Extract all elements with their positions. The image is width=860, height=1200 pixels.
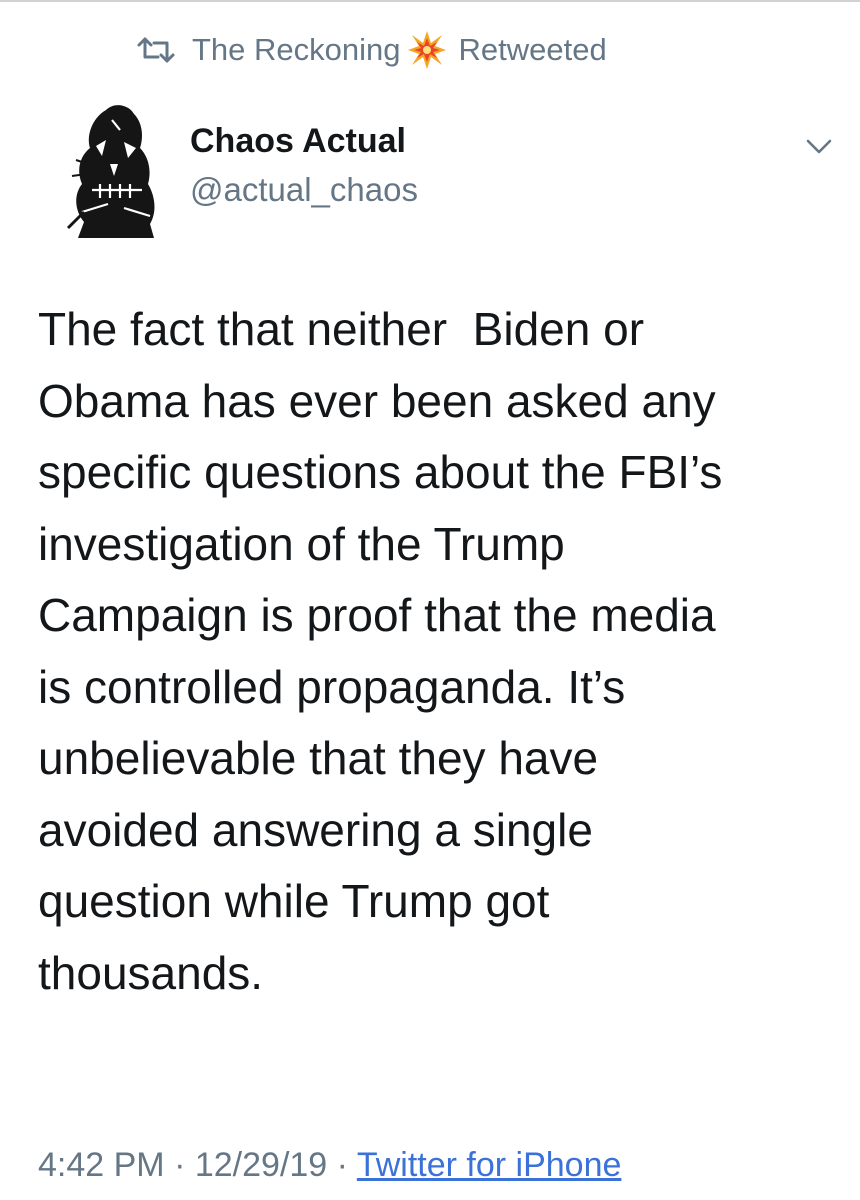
tweet-text-line: The fact that neither Biden or xyxy=(38,303,645,355)
tweet-text-line: Campaign is proof that the media xyxy=(38,589,716,641)
collision-burst-emoji-icon xyxy=(407,31,446,69)
retweeter-name[interactable]: The Reckoning xyxy=(192,32,401,68)
tweet-date: 12/29/19 xyxy=(194,1146,328,1184)
tweet-text-line: Obama has ever been asked any xyxy=(38,374,716,427)
author-handle[interactable]: @actual_chaos xyxy=(190,171,418,209)
retweeted-label: Retweeted xyxy=(458,32,607,67)
skull-drawing-avatar[interactable] xyxy=(62,100,170,240)
retweet-context: The Reckoning Retweeted xyxy=(136,28,607,72)
chevron-down-icon[interactable] xyxy=(804,136,834,158)
meta-separator: · xyxy=(336,1146,348,1184)
top-divider xyxy=(0,0,860,2)
tweet-text-line: specific questions about the FBI’s xyxy=(38,446,723,498)
tweet-text-line: unbelievable that they have xyxy=(38,732,599,784)
tweet-text-line: thousands. xyxy=(38,946,264,999)
tweet-text: The fact that neither Biden or Obama has… xyxy=(38,294,838,1009)
tweet-text-line: question while Trump got xyxy=(38,875,550,927)
author-display-name[interactable]: Chaos Actual xyxy=(190,122,406,161)
tweet-text-line: investigation of the Trump xyxy=(38,517,565,570)
tweet-metadata: 4:42 PM · 12/29/19 · Twitter for iPhone xyxy=(38,1146,621,1185)
meta-separator: · xyxy=(174,1146,186,1184)
tweet-time: 4:42 PM xyxy=(38,1146,165,1184)
tweet-text-line: is controlled propaganda. It’s xyxy=(38,660,626,713)
tweet-source-link[interactable]: Twitter for iPhone xyxy=(357,1146,622,1184)
retweet-icon xyxy=(137,37,175,63)
tweet-text-line: avoided answering a single xyxy=(38,803,593,856)
